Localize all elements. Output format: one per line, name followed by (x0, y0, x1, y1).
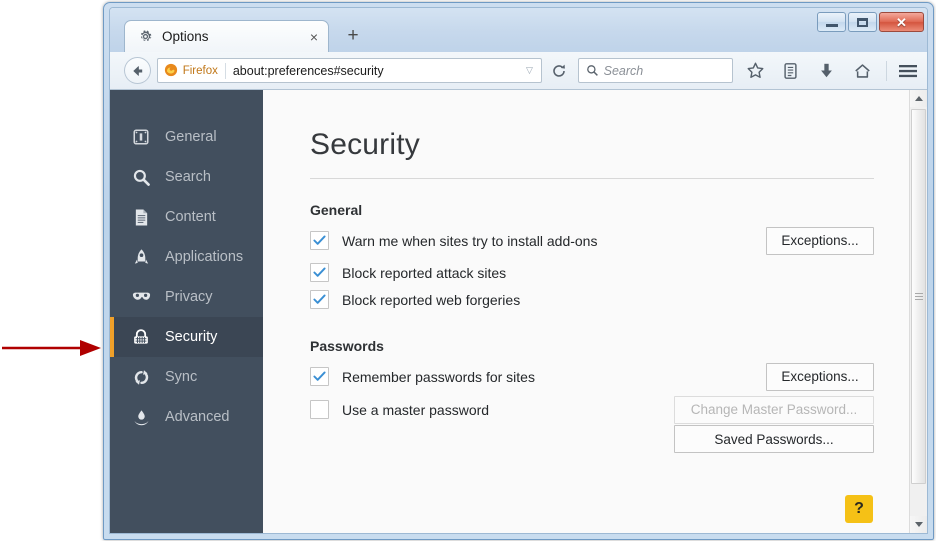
sidebar-item-search[interactable]: Search (110, 157, 263, 197)
url-text[interactable]: about:preferences#security (233, 64, 526, 78)
toolbar-divider (886, 60, 888, 81)
checkbox-label: Block reported attack sites (342, 264, 507, 281)
grip-icon (914, 291, 923, 302)
url-divider (224, 62, 226, 79)
section-heading: Passwords (310, 338, 384, 354)
maximize-button[interactable] (848, 12, 877, 32)
checkbox-warn-install-addons[interactable] (310, 231, 329, 250)
chevron-up-icon (914, 96, 923, 101)
advanced-icon (130, 406, 152, 428)
search-icon (130, 166, 152, 188)
identity-label: Firefox (182, 64, 218, 77)
checkbox-block-web-forgeries[interactable] (310, 290, 329, 309)
checkbox-block-attack-sites[interactable] (310, 263, 329, 282)
row-block-attack-sites: Block reported attack sites (310, 263, 874, 282)
close-icon[interactable]: × (310, 30, 318, 44)
chevron-down-icon[interactable]: ▽ (526, 65, 533, 76)
title-divider (310, 178, 874, 179)
sidebar-item-content[interactable]: Content (110, 197, 263, 237)
change-master-password-button: Change Master Password... (674, 395, 874, 424)
firefox-logo-icon (164, 63, 179, 78)
sidebar-item-label: Content (165, 209, 216, 225)
search-input[interactable]: Search (604, 64, 644, 78)
preferences-content: General Search Content Applications Priv… (110, 90, 927, 533)
url-bar[interactable]: Firefox about:preferences#security ▽ (156, 58, 542, 83)
maximize-icon (857, 17, 868, 27)
exceptions-passwords-button[interactable]: Exceptions... (766, 362, 874, 391)
section-general: General Warn me when sites try to instal… (310, 202, 874, 309)
hamburger-menu-icon[interactable] (894, 57, 921, 84)
scroll-up-button[interactable] (910, 90, 927, 107)
checkbox-remember-passwords[interactable] (310, 367, 329, 386)
new-tab-button[interactable]: + (342, 26, 364, 48)
back-button[interactable] (124, 57, 151, 84)
home-icon[interactable] (849, 57, 876, 84)
sidebar-item-label: General (165, 129, 217, 145)
navigation-toolbar: Firefox about:preferences#security ▽ Sea… (110, 52, 927, 90)
sidebar-item-label: Security (165, 329, 218, 345)
bookmark-star-icon[interactable] (742, 57, 769, 84)
saved-passwords-button[interactable]: Saved Passwords... (674, 425, 874, 453)
sidebar-item-security[interactable]: Security (110, 317, 263, 357)
help-button[interactable]: ? (845, 495, 873, 523)
downloads-icon[interactable] (813, 57, 840, 84)
browser-window: Options × + ✕ Firefox about:preferences#… (103, 2, 934, 540)
scrollbar-thumb[interactable] (911, 109, 926, 484)
row-saved-passwords: Saved Passwords... (310, 425, 874, 453)
checkbox-label: Remember passwords for sites (342, 368, 535, 385)
window-inner: Options × + ✕ Firefox about:preferences#… (109, 7, 928, 534)
security-lock-icon (130, 326, 152, 348)
close-window-button[interactable]: ✕ (879, 12, 924, 32)
minimize-button[interactable] (817, 12, 846, 32)
applications-icon (130, 246, 152, 268)
minimize-icon (825, 23, 838, 27)
general-icon (130, 126, 152, 148)
page-title: Security (310, 128, 420, 161)
search-icon (586, 64, 599, 77)
sidebar-item-general[interactable]: General (110, 117, 263, 157)
search-bar[interactable]: Search (577, 58, 733, 83)
sync-icon (130, 366, 152, 388)
gear-icon (137, 29, 153, 45)
back-arrow-icon (133, 65, 143, 76)
arrow-to-security-tab (2, 340, 101, 356)
reload-button[interactable] (548, 60, 570, 82)
sidebar-item-label: Applications (165, 249, 244, 265)
content-icon (130, 206, 152, 228)
exceptions-addons-button[interactable]: Exceptions... (766, 226, 874, 255)
checkbox-use-master-password[interactable] (310, 400, 329, 419)
sidebar-item-applications[interactable]: Applications (110, 237, 263, 277)
reload-icon (552, 64, 565, 77)
sidebar-item-label: Privacy (165, 289, 213, 305)
checkbox-label: Use a master password (342, 401, 490, 418)
close-x-icon: ✕ (896, 14, 907, 30)
sidebar-item-label: Sync (165, 369, 198, 385)
section-passwords: Passwords Remember passwords for sites E… (310, 338, 874, 453)
sidebar-item-label: Advanced (165, 409, 230, 425)
preferences-sidebar: General Search Content Applications Priv… (110, 90, 263, 533)
row-block-web-forgeries: Block reported web forgeries (310, 290, 874, 309)
tab-title: Options (162, 29, 209, 44)
section-heading: General (310, 202, 363, 218)
tab-strip: Options × + ✕ (110, 8, 927, 52)
chevron-down-icon (914, 522, 923, 527)
sidebar-item-privacy[interactable]: Privacy (110, 277, 263, 317)
security-pane: Security General Warn me when sites try … (263, 90, 909, 533)
sidebar-item-sync[interactable]: Sync (110, 357, 263, 397)
window-controls: ✕ (817, 12, 924, 32)
content-scrollbar[interactable] (909, 90, 927, 533)
checkbox-label: Warn me when sites try to install add-on… (342, 232, 598, 249)
tab-options[interactable]: Options × (124, 20, 329, 52)
sidebar-item-advanced[interactable]: Advanced (110, 397, 263, 437)
row-use-master-password: Use a master password Change Master Pass… (310, 395, 874, 424)
row-remember-passwords: Remember passwords for sites Exceptions.… (310, 362, 874, 391)
reading-list-icon[interactable] (777, 57, 804, 84)
scroll-down-button[interactable] (910, 516, 927, 533)
checkbox-label: Block reported web forgeries (342, 291, 521, 308)
privacy-mask-icon (130, 286, 152, 308)
sidebar-item-label: Search (165, 169, 211, 185)
row-warn-install-addons: Warn me when sites try to install add-on… (310, 226, 874, 255)
